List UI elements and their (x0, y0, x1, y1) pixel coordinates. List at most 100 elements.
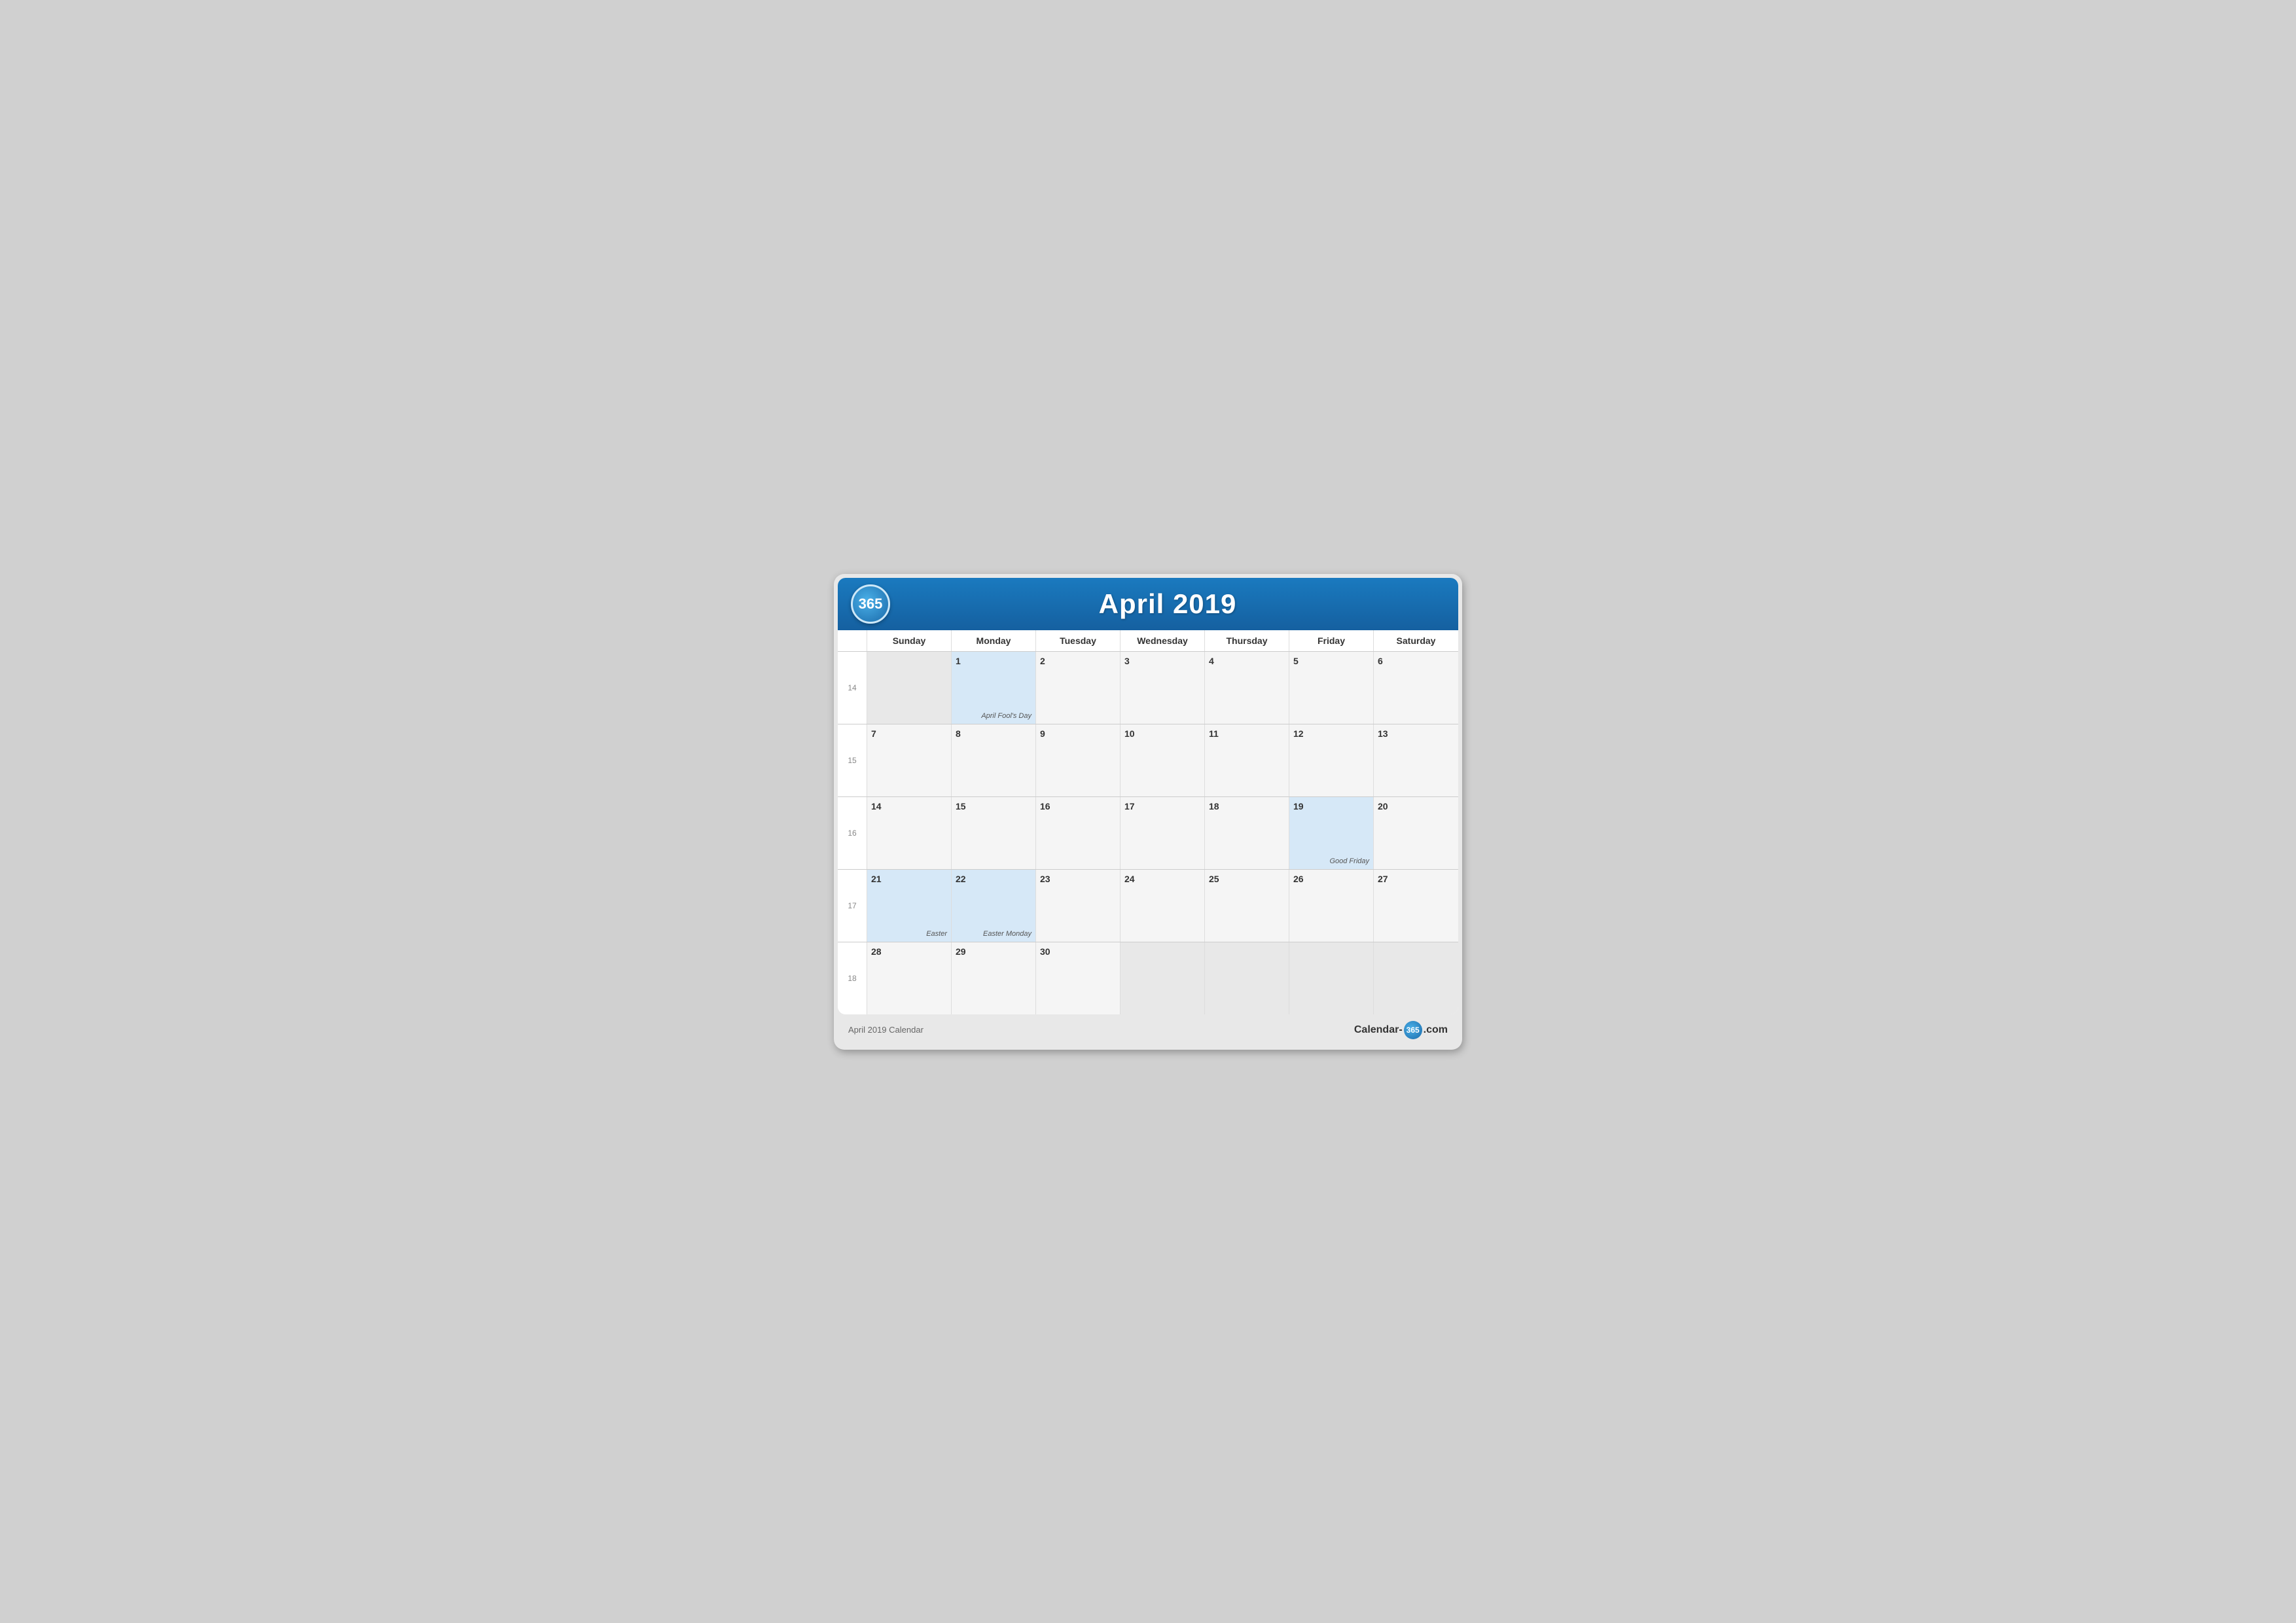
calendar-cell: 15 (952, 797, 1036, 869)
day-number: 6 (1378, 656, 1383, 666)
calendar-cell: 18 (1205, 797, 1289, 869)
day-number: 25 (1209, 874, 1219, 884)
calendar-cell: 22 Easter Monday (952, 870, 1036, 942)
holiday-label: Easter Monday (983, 930, 1031, 938)
footer-left-text: April 2019 Calendar (848, 1025, 924, 1035)
day-header-thursday: Thursday (1205, 630, 1289, 651)
calendar-cell (867, 652, 952, 724)
calendar-cell: 12 (1289, 724, 1374, 796)
day-number: 11 (1209, 728, 1219, 739)
day-number: 3 (1124, 656, 1130, 666)
footer-brand-before: Calendar- (1354, 1024, 1403, 1036)
holiday-label: Easter (926, 930, 947, 938)
calendar-cell: 14 (867, 797, 952, 869)
day-number: 2 (1040, 656, 1045, 666)
week-number: 15 (838, 724, 867, 796)
week-number: 18 (838, 942, 867, 1014)
calendar-cell: 26 (1289, 870, 1374, 942)
calendar-cell: 8 (952, 724, 1036, 796)
calendar-cell: 3 (1121, 652, 1205, 724)
calendar-cell (1289, 942, 1374, 1014)
day-number: 16 (1040, 801, 1050, 812)
calendar-header: 365 April 2019 (838, 578, 1458, 630)
calendar-cell: 4 (1205, 652, 1289, 724)
calendar-cell: 5 (1289, 652, 1374, 724)
day-header-sunday: Sunday (867, 630, 952, 651)
day-header-saturday: Saturday (1374, 630, 1458, 651)
logo-badge: 365 (851, 584, 890, 624)
day-header-wednesday: Wednesday (1121, 630, 1205, 651)
calendar-cell: 17 (1121, 797, 1205, 869)
week-number: 16 (838, 797, 867, 869)
day-number: 12 (1293, 728, 1304, 739)
day-number: 9 (1040, 728, 1045, 739)
day-number: 10 (1124, 728, 1135, 739)
day-number: 5 (1293, 656, 1299, 666)
day-number: 29 (956, 946, 966, 957)
calendar-cell: 27 (1374, 870, 1458, 942)
day-number: 19 (1293, 801, 1304, 812)
week-number: 17 (838, 870, 867, 942)
day-number: 7 (871, 728, 876, 739)
day-header-monday: Monday (952, 630, 1036, 651)
calendar-cell: 2 (1036, 652, 1121, 724)
calendar-cell (1121, 942, 1205, 1014)
calendar-wrapper: 365 April 2019 SundayMondayTuesdayWednes… (834, 574, 1462, 1050)
footer-brand-circle: 365 (1404, 1021, 1422, 1039)
day-number: 27 (1378, 874, 1388, 884)
week-number: 14 (838, 652, 867, 724)
day-number: 22 (956, 874, 966, 884)
calendar-cell: 10 (1121, 724, 1205, 796)
day-number: 17 (1124, 801, 1135, 812)
calendar-cell: 9 (1036, 724, 1121, 796)
day-number: 15 (956, 801, 966, 812)
calendar-cell: 16 (1036, 797, 1121, 869)
calendar-cell (1205, 942, 1289, 1014)
calendar-cell: 20 (1374, 797, 1458, 869)
day-number: 30 (1040, 946, 1050, 957)
day-number: 24 (1124, 874, 1135, 884)
day-number: 1 (956, 656, 961, 666)
day-header-friday: Friday (1289, 630, 1374, 651)
holiday-label: April Fool's Day (981, 712, 1031, 720)
day-number: 20 (1378, 801, 1388, 812)
week-num-header-blank (838, 630, 867, 651)
day-number: 4 (1209, 656, 1214, 666)
footer-brand-after: .com (1424, 1024, 1448, 1036)
calendar-cell: 1 April Fool's Day (952, 652, 1036, 724)
calendar-cell: 21 Easter (867, 870, 952, 942)
calendar-title: April 2019 (890, 588, 1445, 620)
calendar-cell: 24 (1121, 870, 1205, 942)
day-number: 21 (871, 874, 882, 884)
calendar-cell: 30 (1036, 942, 1121, 1014)
calendar-grid: 141April Fool's Day234561578910111213161… (838, 652, 1458, 1014)
footer-brand: Calendar- 365 .com (1354, 1021, 1448, 1039)
calendar-cell: 25 (1205, 870, 1289, 942)
day-headers: SundayMondayTuesdayWednesdayThursdayFrid… (838, 630, 1458, 652)
day-number: 14 (871, 801, 882, 812)
week-row: 18 28 29 30 (838, 942, 1458, 1014)
calendar-cell: 28 (867, 942, 952, 1014)
calendar-cell (1374, 942, 1458, 1014)
calendar-cell: 13 (1374, 724, 1458, 796)
calendar-inner: 365 April 2019 SundayMondayTuesdayWednes… (838, 578, 1458, 1014)
day-number: 18 (1209, 801, 1219, 812)
day-number: 8 (956, 728, 961, 739)
day-number: 26 (1293, 874, 1304, 884)
calendar-cell: 29 (952, 942, 1036, 1014)
calendar-cell: 19 Good Friday (1289, 797, 1374, 869)
week-row: 14 1 April Fool's Day 2 3 4 5 6 (838, 652, 1458, 724)
calendar-cell: 6 (1374, 652, 1458, 724)
day-number: 28 (871, 946, 882, 957)
week-row: 17 21 Easter 22 Easter Monday 23 24 25 26 27 (838, 870, 1458, 942)
calendar-cell: 23 (1036, 870, 1121, 942)
calendar-cell: 11 (1205, 724, 1289, 796)
day-header-tuesday: Tuesday (1036, 630, 1121, 651)
calendar-footer: April 2019 Calendar Calendar- 365 .com (838, 1014, 1458, 1046)
day-number: 23 (1040, 874, 1050, 884)
week-row: 16 14 15 16 17 18 19 Good Friday 20 (838, 797, 1458, 870)
holiday-label: Good Friday (1329, 857, 1369, 865)
day-number: 13 (1378, 728, 1388, 739)
week-row: 15 7 8 9 10 11 12 13 (838, 724, 1458, 797)
calendar-cell: 7 (867, 724, 952, 796)
